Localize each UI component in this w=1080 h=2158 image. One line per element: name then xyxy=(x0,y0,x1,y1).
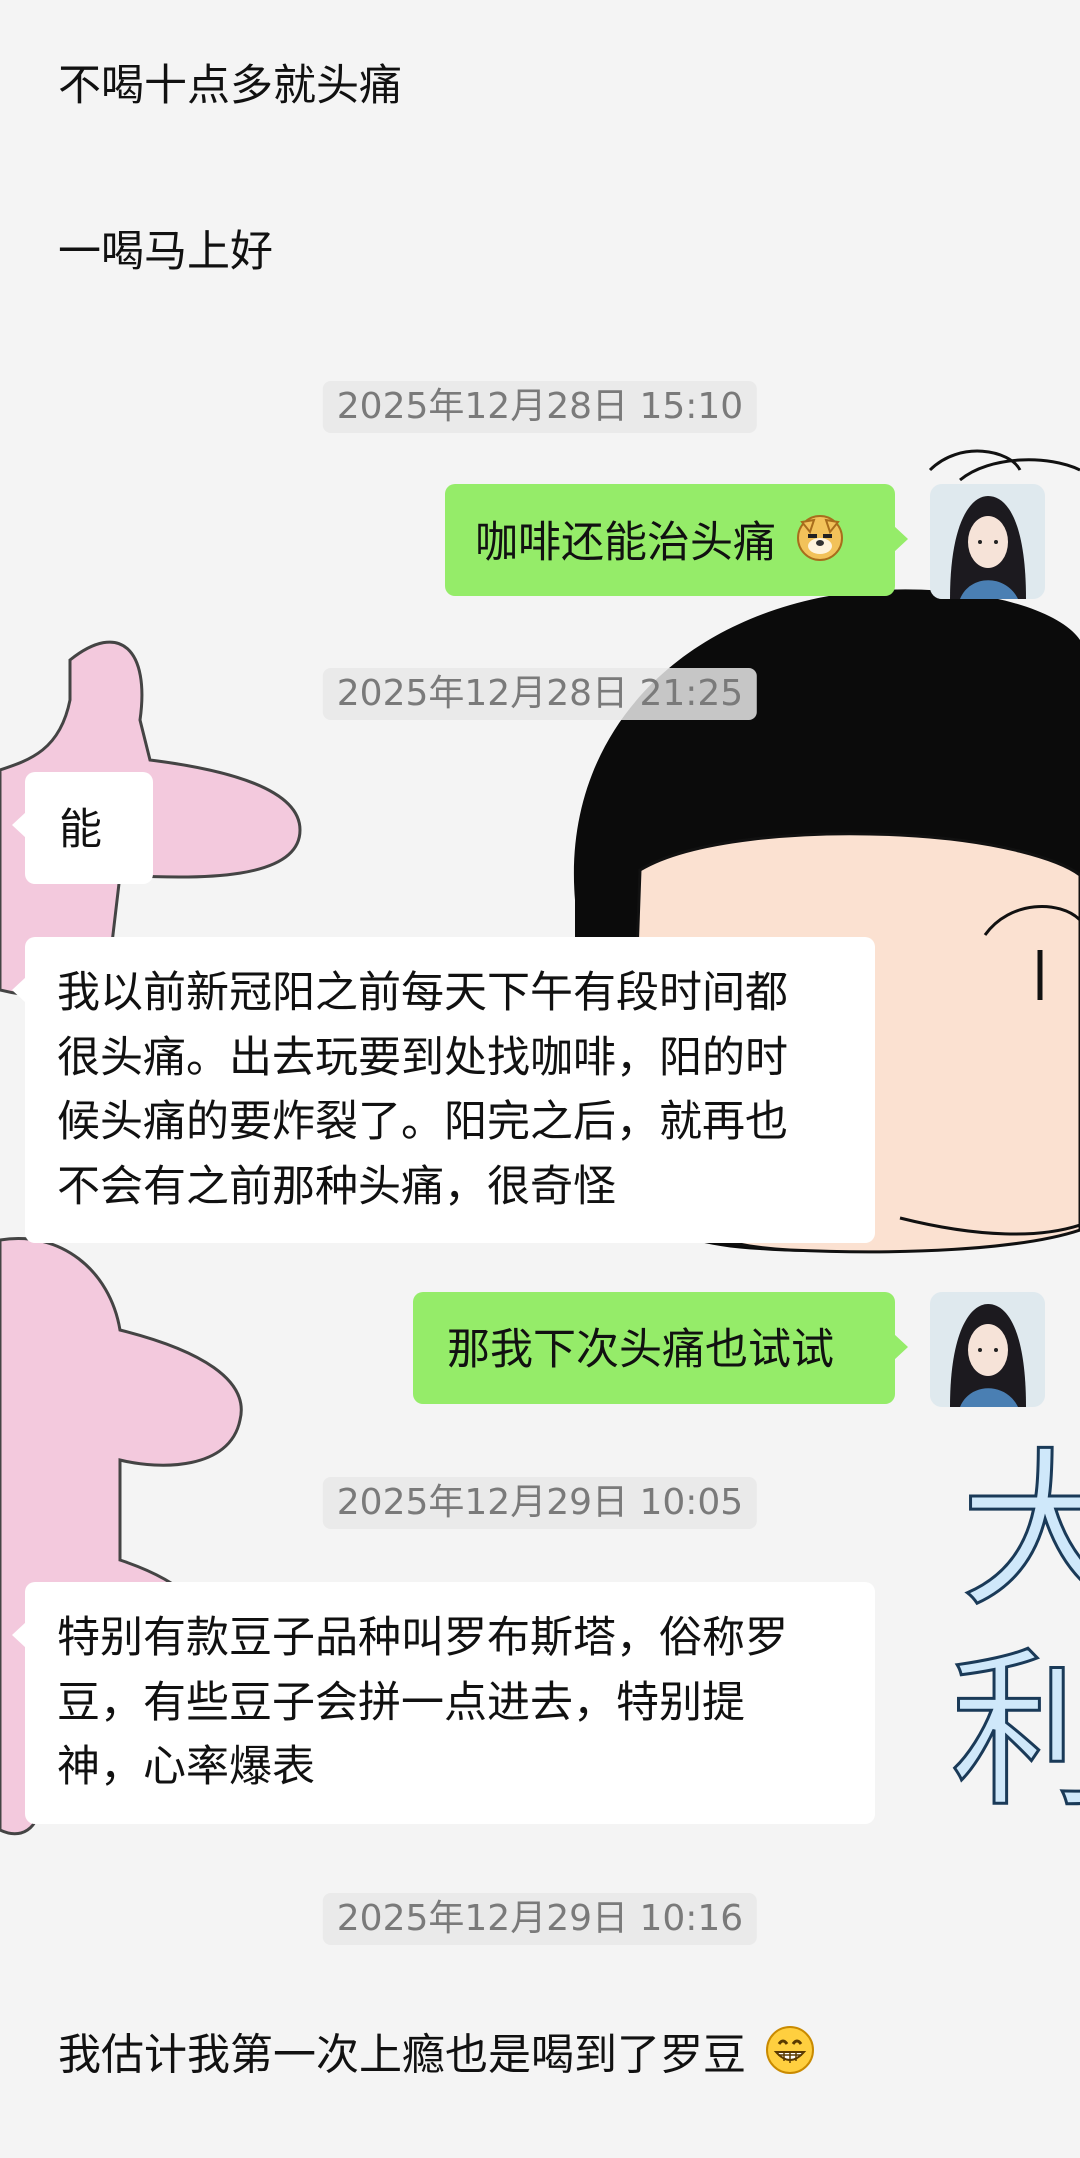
timestamp: 2025年12月28日 15:10 xyxy=(322,381,758,433)
message-bubble-self[interactable]: 咖啡还能治头痛 xyxy=(445,484,908,596)
grin-emoji xyxy=(764,2024,816,2092)
cartoon-antenna xyxy=(928,449,1080,482)
message-bubble-other[interactable]: 我以前新冠阳之前每天下午有段时间都 很头痛。出去玩要到处找咖啡，阳的时 候头痛的… xyxy=(12,937,875,1243)
timestamp: 2025年12月28日 21:25 xyxy=(322,668,758,720)
message-line: 很头痛。出去玩要到处找咖啡，阳的时 xyxy=(57,1032,788,1083)
timestamp: 2025年12月29日 10:05 xyxy=(322,1477,758,1529)
message-line: 候头痛的要炸裂了。阳完之后，就再也 xyxy=(57,1097,788,1147)
message-text: 能 xyxy=(59,805,102,855)
self-avatar[interactable] xyxy=(930,1292,1045,1407)
self-avatar[interactable] xyxy=(930,484,1045,599)
bg-char-da: 大 xyxy=(960,1433,1080,1631)
message-line: 神，心率爆表 xyxy=(57,1742,315,1792)
message-bubble-other[interactable]: 能 xyxy=(12,772,153,884)
message-line: 不会有之前那种头痛，很奇怪 xyxy=(57,1161,616,1212)
message-text[interactable]: 不喝十点多就头痛 xyxy=(58,56,402,116)
bg-char-li: 利 xyxy=(950,1633,1080,1831)
doge-emoji xyxy=(794,510,846,581)
message-text[interactable]: 一喝马上好 xyxy=(58,222,273,282)
message-text-row[interactable]: 我估计我第一次上瘾也是喝到了罗豆 xyxy=(58,2024,816,2092)
message-text: 咖啡还能治头痛 xyxy=(475,517,776,568)
chat-screen: 大 利 不喝十点多就头痛 一喝马上好 2025年12月28日 15:10 咖啡还… xyxy=(0,0,1080,2158)
message-line: 豆，有些豆子会拼一点进去，特别提 xyxy=(57,1677,745,1728)
timestamp: 2025年12月29日 10:16 xyxy=(322,1893,758,1945)
message-text: 我估计我第一次上瘾也是喝到了罗豆 xyxy=(58,2030,746,2081)
message-bubble-other[interactable]: 特别有款豆子品种叫罗布斯塔，俗称罗 豆，有些豆子会拼一点进去，特别提 神，心率爆… xyxy=(12,1582,875,1824)
message-bubble-self[interactable]: 那我下次头痛也试试 xyxy=(413,1292,908,1404)
message-line: 我以前新冠阳之前每天下午有段时间都 xyxy=(57,968,788,1018)
message-text: 那我下次头痛也试试 xyxy=(447,1325,834,1375)
message-line: 特别有款豆子品种叫罗布斯塔，俗称罗 xyxy=(57,1613,788,1663)
